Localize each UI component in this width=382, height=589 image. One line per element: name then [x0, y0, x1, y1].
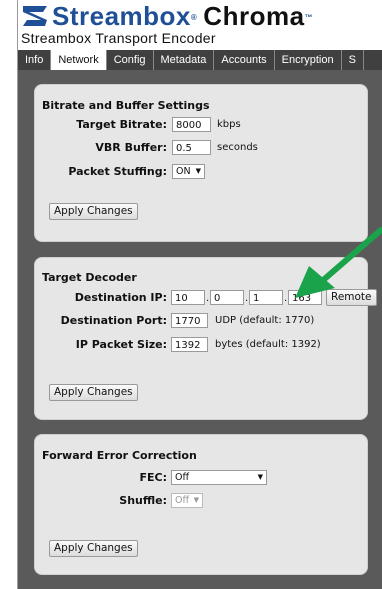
- ip-packet-size-input[interactable]: 1392: [171, 337, 208, 352]
- packet-stuffing-label: Packet Stuffing:: [68, 165, 167, 178]
- tab-accounts[interactable]: Accounts: [214, 50, 275, 70]
- tab-encryption[interactable]: Encryption: [275, 50, 342, 70]
- main-content: Bitrate and Buffer Settings Target Bitra…: [18, 70, 382, 589]
- fec-panel-title: Forward Error Correction: [42, 449, 197, 462]
- target-bitrate-unit: kbps: [217, 119, 241, 130]
- vbr-buffer-unit: seconds: [217, 142, 258, 153]
- destination-port-label: Destination Port:: [60, 314, 167, 327]
- bitrate-panel: Bitrate and Buffer Settings Target Bitra…: [34, 84, 368, 242]
- shuffle-value: Off: [175, 495, 190, 506]
- tab-info[interactable]: Info: [18, 50, 52, 70]
- destination-port-hint: UDP (default: 1770): [215, 315, 315, 326]
- brand-name: Streambox: [52, 1, 191, 31]
- header: Streambox® Chroma™ Streambox Transport En…: [18, 0, 382, 50]
- annotation-arrow-icon: [295, 227, 382, 298]
- ip-separator: .: [206, 293, 210, 304]
- packet-stuffing-value: ON: [176, 166, 191, 177]
- tab-bar: Info Network Config Metadata Accounts En…: [18, 50, 382, 70]
- shuffle-label: Shuffle:: [119, 494, 167, 507]
- packet-stuffing-select[interactable]: ON ▼: [172, 164, 205, 179]
- tab-metadata[interactable]: Metadata: [154, 50, 215, 70]
- fec-label: FEC:: [139, 471, 168, 484]
- app-subtitle: Streambox Transport Encoder: [21, 30, 216, 46]
- brand-registered-mark: ®: [190, 13, 198, 22]
- target-bitrate-input[interactable]: 8000: [172, 117, 211, 132]
- tab-overflow[interactable]: S: [342, 50, 364, 70]
- destination-port-input[interactable]: 1770: [171, 313, 208, 328]
- fec-value: Off: [175, 472, 190, 483]
- ip-octet-1-input[interactable]: 10: [171, 290, 205, 305]
- target-bitrate-label: Target Bitrate:: [76, 118, 167, 131]
- shuffle-select: Off ▼: [171, 493, 203, 508]
- product-trademark: ™: [304, 13, 314, 22]
- fec-apply-button[interactable]: Apply Changes: [49, 540, 138, 557]
- tab-config[interactable]: Config: [107, 50, 154, 70]
- fec-select[interactable]: Off ▼: [171, 470, 267, 485]
- product-name: Chroma: [203, 1, 305, 31]
- ip-packet-size-hint: bytes (default: 1392): [215, 339, 321, 350]
- bitrate-panel-title: Bitrate and Buffer Settings: [42, 99, 210, 112]
- bitrate-apply-button[interactable]: Apply Changes: [49, 203, 138, 220]
- logo: Streambox® Chroma™: [21, 2, 313, 30]
- streambox-logo-icon: [23, 6, 47, 26]
- fec-panel: Forward Error Correction FEC: Off ▼ Shuff…: [34, 434, 368, 575]
- destination-ip-label: Destination IP:: [74, 291, 167, 304]
- ip-separator: .: [245, 293, 249, 304]
- chevron-down-icon: ▼: [195, 167, 201, 175]
- ip-octet-3-input[interactable]: 1: [249, 290, 283, 305]
- vbr-buffer-label: VBR Buffer:: [95, 141, 167, 154]
- ip-octet-2-input[interactable]: 0: [210, 290, 244, 305]
- tab-network[interactable]: Network: [51, 50, 107, 70]
- target-decoder-title: Target Decoder: [42, 271, 137, 284]
- chevron-down-icon: ▼: [257, 473, 263, 481]
- decoder-apply-button[interactable]: Apply Changes: [49, 384, 138, 401]
- logo-text: Streambox® Chroma™: [52, 2, 313, 30]
- vbr-buffer-input[interactable]: 0.5: [172, 140, 211, 155]
- chevron-down-icon: ▼: [193, 496, 199, 504]
- ip-packet-size-label: IP Packet Size:: [75, 338, 167, 351]
